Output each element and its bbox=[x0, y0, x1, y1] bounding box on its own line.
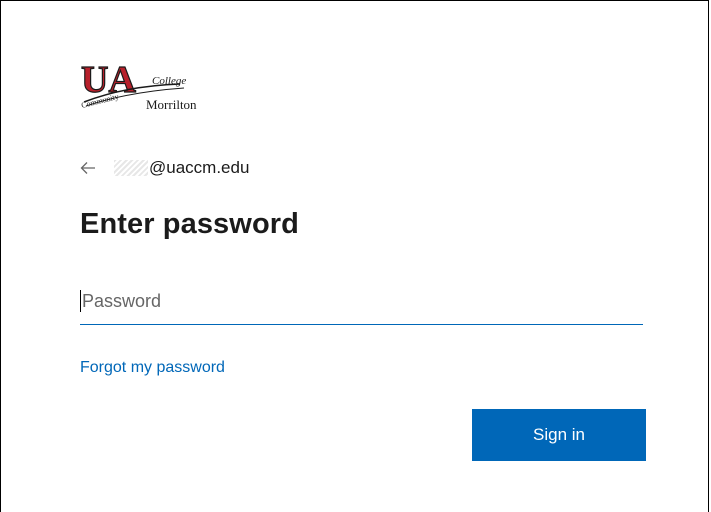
ua-logo-graphic: UA College Community Morrilton bbox=[80, 58, 197, 112]
college-logo: UA College Community Morrilton bbox=[80, 58, 210, 120]
logo-college-word: College bbox=[152, 75, 186, 87]
arrow-left-icon[interactable] bbox=[80, 157, 102, 179]
logo-city-word: Morrilton bbox=[146, 97, 197, 112]
email-domain: @uaccm.edu bbox=[149, 158, 250, 177]
redacted-username bbox=[114, 160, 148, 176]
sign-in-card: UA College Community Morrilton @uaccm.ed… bbox=[80, 58, 646, 461]
page-title: Enter password bbox=[80, 208, 299, 240]
forgot-password-link[interactable]: Forgot my password bbox=[80, 359, 225, 377]
password-field-wrapper bbox=[80, 280, 643, 325]
sign-in-button[interactable]: Sign in bbox=[472, 409, 646, 461]
password-input[interactable] bbox=[80, 284, 642, 318]
identity-row: @uaccm.edu bbox=[80, 156, 249, 180]
